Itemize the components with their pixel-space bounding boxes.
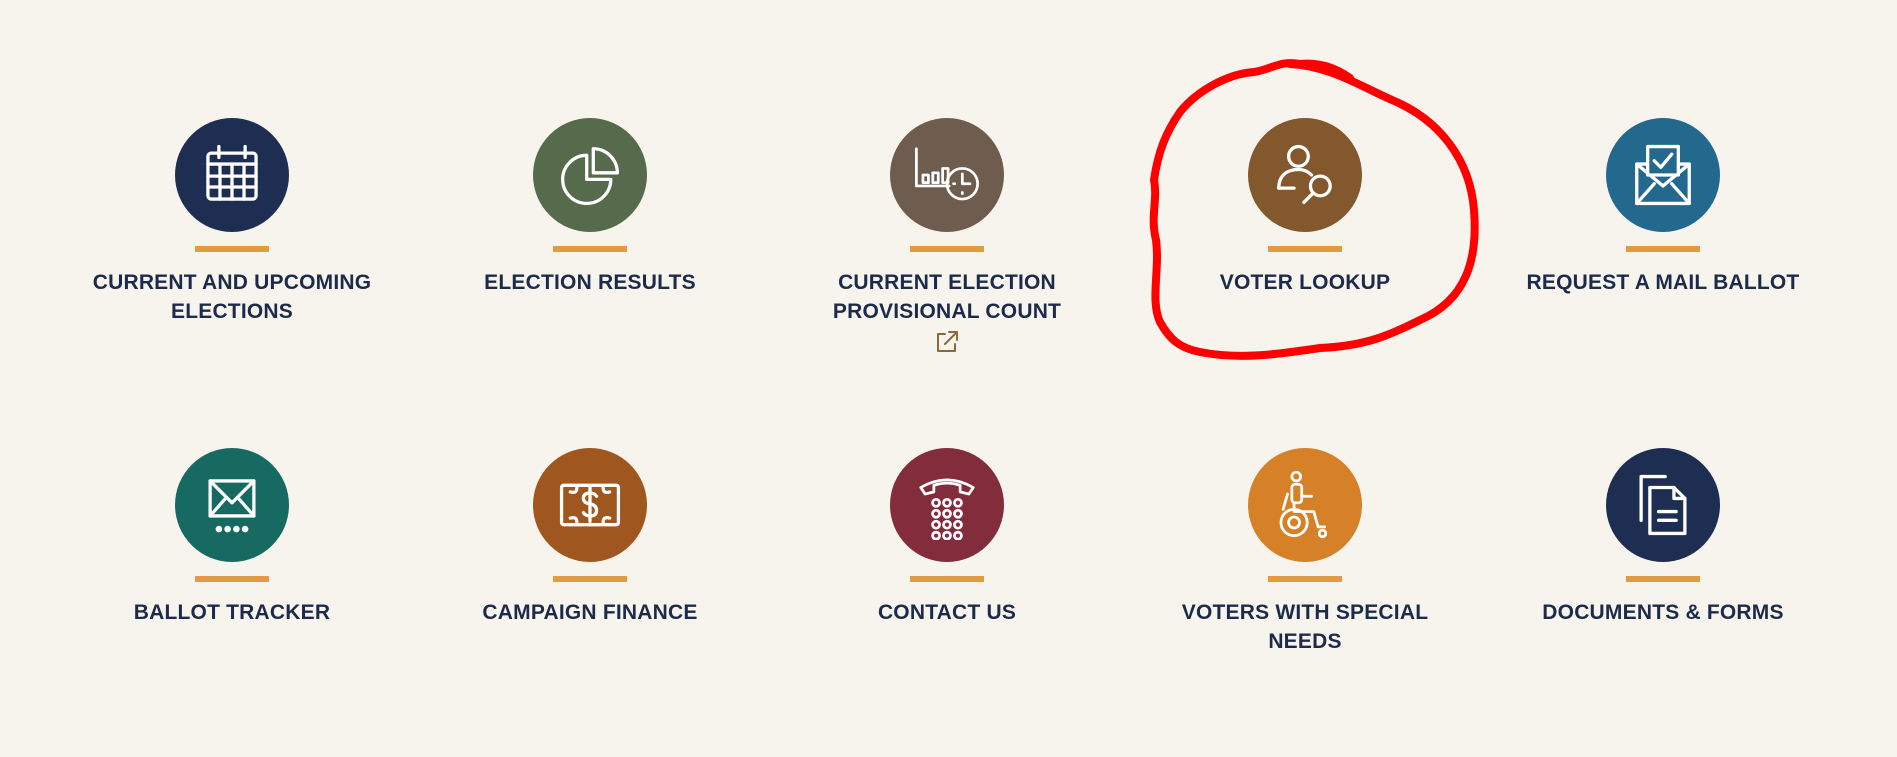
tile-circle	[533, 118, 647, 232]
chart-clock-icon	[915, 147, 979, 201]
tile-circle	[1248, 448, 1362, 562]
tile-label: DOCUMENTS & FORMS	[1542, 601, 1784, 624]
tile-circle	[533, 448, 647, 562]
accent-bar	[553, 246, 627, 252]
accent-bar	[1626, 246, 1700, 252]
mail-check-icon	[1635, 144, 1691, 206]
pie-chart-icon	[561, 147, 619, 206]
tile-label: VOTERS WITH SPECIAL NEEDS	[1181, 601, 1429, 653]
person-search-icon	[1277, 144, 1332, 204]
accent-bar	[1626, 576, 1700, 582]
tile-label: VOTER LOOKUP	[1219, 271, 1391, 294]
tile-election-results[interactable]: ELECTION RESULTS	[420, 118, 760, 297]
tile-provisional-count[interactable]: CURRENT ELECTION PROVISIONAL COUNT	[777, 118, 1117, 356]
dollar-bill-icon	[559, 483, 621, 527]
tile-circle	[1248, 118, 1362, 232]
tile-circle	[175, 118, 289, 232]
tile-label: ELECTION RESULTS	[484, 271, 696, 294]
tile-ballot-tracker[interactable]: BALLOT TRACKER	[62, 448, 402, 627]
phone-icon	[919, 478, 975, 540]
documents-icon	[1639, 474, 1687, 536]
tile-documents-forms[interactable]: DOCUMENTS & FORMS	[1493, 448, 1833, 627]
tile-voters-special-needs[interactable]: VOTERS WITH SPECIAL NEEDS	[1135, 448, 1475, 656]
tile-campaign-finance[interactable]: CAMPAIGN FINANCE	[420, 448, 760, 627]
external-link-icon	[937, 331, 958, 352]
tile-label: CURRENT AND UPCOMING ELECTIONS	[92, 271, 372, 323]
tile-circle	[175, 448, 289, 562]
accent-bar	[910, 246, 984, 252]
accent-bar	[195, 576, 269, 582]
tile-label: CAMPAIGN FINANCE	[482, 601, 698, 624]
tile-circle	[1606, 118, 1720, 232]
tile-label: CURRENT ELECTION PROVISIONAL COUNT	[832, 271, 1062, 323]
tile-label: CONTACT US	[877, 601, 1017, 624]
calendar-icon	[206, 144, 258, 201]
tile-circle	[890, 118, 1004, 232]
tile-contact-us[interactable]: CONTACT US	[777, 448, 1117, 627]
tile-current-upcoming-elections[interactable]: CURRENT AND UPCOMING ELECTIONS	[62, 118, 402, 326]
accent-bar	[910, 576, 984, 582]
tile-circle	[890, 448, 1004, 562]
tile-label: REQUEST A MAIL BALLOT	[1526, 271, 1800, 294]
accent-bar	[1268, 246, 1342, 252]
tile-voter-lookup[interactable]: VOTER LOOKUP	[1135, 118, 1475, 297]
wheelchair-icon	[1279, 470, 1328, 539]
annotation-circle	[1149, 59, 1479, 360]
tile-request-mail-ballot[interactable]: REQUEST A MAIL BALLOT	[1493, 118, 1833, 297]
accent-bar	[195, 246, 269, 252]
envelope-dots-icon	[208, 479, 256, 533]
tile-circle	[1606, 448, 1720, 562]
tile-label: BALLOT TRACKER	[133, 601, 331, 624]
accent-bar	[1268, 576, 1342, 582]
accent-bar	[553, 576, 627, 582]
